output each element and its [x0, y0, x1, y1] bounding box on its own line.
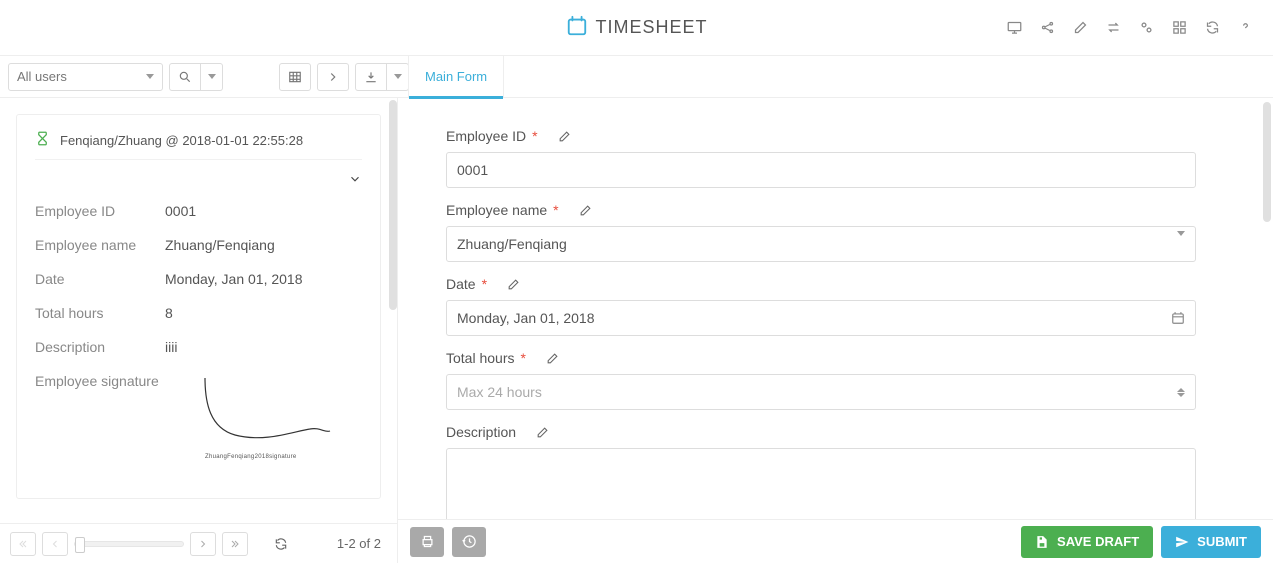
- page-info: 1-2 of 2: [337, 536, 387, 551]
- help-icon[interactable]: [1238, 20, 1253, 35]
- employee-name-value: Zhuang/Fenqiang: [457, 236, 567, 252]
- submit-label: SUBMIT: [1197, 534, 1247, 549]
- gears-icon[interactable]: [1139, 20, 1154, 35]
- form-label-employee-id: Employee ID: [446, 128, 526, 144]
- caret-down-icon: [146, 74, 154, 79]
- form-label-total-hours: Total hours: [446, 350, 514, 366]
- submit-button[interactable]: SUBMIT: [1161, 526, 1261, 558]
- value-employee-name: Zhuang/Fenqiang: [165, 237, 362, 253]
- record-card-header: Fenqiang/Zhuang @ 2018-01-01 22:55:28: [35, 131, 362, 160]
- date-value: Monday, Jan 01, 2018: [457, 310, 595, 326]
- tab-bar: Main Form: [408, 55, 504, 98]
- form-pane: Employee ID * Employee name * Zhuang/Fenqi…: [398, 98, 1273, 563]
- toolbar: All users Main Form: [0, 56, 1273, 98]
- record-title: Fenqiang/Zhuang @ 2018-01-01 22:55:28: [60, 133, 303, 148]
- form-scrollbar[interactable]: [1263, 102, 1271, 222]
- label-employee-name: Employee name: [35, 237, 165, 253]
- download-options-button[interactable]: [387, 63, 409, 91]
- collapse-toggle[interactable]: [35, 168, 362, 194]
- download-button[interactable]: [355, 63, 387, 91]
- caret-down-icon: [394, 74, 402, 79]
- value-total-hours: 8: [165, 305, 362, 321]
- search-options-button[interactable]: [201, 63, 223, 91]
- edit-icon[interactable]: [1073, 20, 1088, 35]
- form-label-date: Date: [446, 276, 476, 292]
- record-card: Fenqiang/Zhuang @ 2018-01-01 22:55:28 Em…: [16, 114, 381, 499]
- next-page-button[interactable]: [190, 532, 216, 556]
- label-signature: Employee signature: [35, 373, 165, 473]
- required-mark: *: [532, 128, 537, 144]
- label-description: Description: [35, 339, 165, 355]
- required-mark: *: [482, 276, 487, 292]
- edit-icon[interactable]: [536, 426, 549, 439]
- record-sidebar: Fenqiang/Zhuang @ 2018-01-01 22:55:28 Em…: [0, 98, 398, 563]
- employee-id-input[interactable]: [457, 162, 1185, 178]
- reload-list-button[interactable]: [268, 532, 294, 556]
- history-button[interactable]: [452, 527, 486, 557]
- monitor-icon[interactable]: [1007, 20, 1022, 35]
- save-draft-label: SAVE DRAFT: [1057, 534, 1139, 549]
- search-button[interactable]: [169, 63, 201, 91]
- page-title-wrap: TIMESHEET: [565, 15, 707, 40]
- total-hours-field[interactable]: [446, 374, 1196, 410]
- required-mark: *: [520, 350, 525, 366]
- value-signature: ZhuangFenqiang2018signature: [165, 373, 362, 473]
- date-field[interactable]: Monday, Jan 01, 2018: [446, 300, 1196, 336]
- value-description: iiii: [165, 339, 362, 355]
- number-spinner[interactable]: [1177, 388, 1185, 397]
- svg-text:ZhuangFenqiang2018signature: ZhuangFenqiang2018signature: [205, 454, 297, 460]
- user-filter-dropdown[interactable]: All users: [8, 63, 163, 91]
- caret-down-icon: [1177, 236, 1185, 252]
- tab-label: Main Form: [425, 69, 487, 84]
- save-draft-button[interactable]: SAVE DRAFT: [1021, 526, 1153, 558]
- edit-icon[interactable]: [558, 130, 571, 143]
- transfer-icon[interactable]: [1106, 20, 1121, 35]
- page-slider[interactable]: [74, 541, 184, 547]
- caret-down-icon: [208, 74, 216, 79]
- next-button[interactable]: [317, 63, 349, 91]
- edit-icon[interactable]: [507, 278, 520, 291]
- grid-view-button[interactable]: [279, 63, 311, 91]
- total-hours-input[interactable]: [457, 384, 1177, 400]
- slider-thumb[interactable]: [75, 537, 85, 553]
- form-label-employee-name: Employee name: [446, 202, 547, 218]
- sidebar-footer: 1-2 of 2: [0, 523, 397, 563]
- prev-page-button[interactable]: [42, 532, 68, 556]
- header-actions: [1007, 20, 1253, 35]
- tab-main-form[interactable]: Main Form: [408, 55, 504, 98]
- user-filter-label: All users: [17, 69, 67, 84]
- first-page-button[interactable]: [10, 532, 36, 556]
- form-footer: SAVE DRAFT SUBMIT: [398, 519, 1273, 563]
- app-header: TIMESHEET: [0, 0, 1273, 56]
- sidebar-scrollbar[interactable]: [389, 100, 397, 310]
- required-mark: *: [553, 202, 558, 218]
- edit-icon[interactable]: [546, 352, 559, 365]
- qr-icon[interactable]: [1172, 20, 1187, 35]
- calendar-icon: [565, 15, 587, 40]
- last-page-button[interactable]: [222, 532, 248, 556]
- refresh-icon[interactable]: [1205, 20, 1220, 35]
- label-employee-id: Employee ID: [35, 203, 165, 219]
- print-button[interactable]: [410, 527, 444, 557]
- description-textarea[interactable]: [446, 448, 1196, 519]
- hourglass-icon: [35, 131, 50, 149]
- main-content: Fenqiang/Zhuang @ 2018-01-01 22:55:28 Em…: [0, 98, 1273, 563]
- label-date: Date: [35, 271, 165, 287]
- value-date: Monday, Jan 01, 2018: [165, 271, 362, 287]
- calendar-icon[interactable]: [1171, 311, 1185, 325]
- page-title: TIMESHEET: [595, 17, 707, 38]
- value-employee-id: 0001: [165, 203, 362, 219]
- edit-icon[interactable]: [579, 204, 592, 217]
- form-label-description: Description: [446, 424, 516, 440]
- employee-id-field[interactable]: [446, 152, 1196, 188]
- employee-name-select[interactable]: Zhuang/Fenqiang: [446, 226, 1196, 262]
- share-icon[interactable]: [1040, 20, 1055, 35]
- label-total-hours: Total hours: [35, 305, 165, 321]
